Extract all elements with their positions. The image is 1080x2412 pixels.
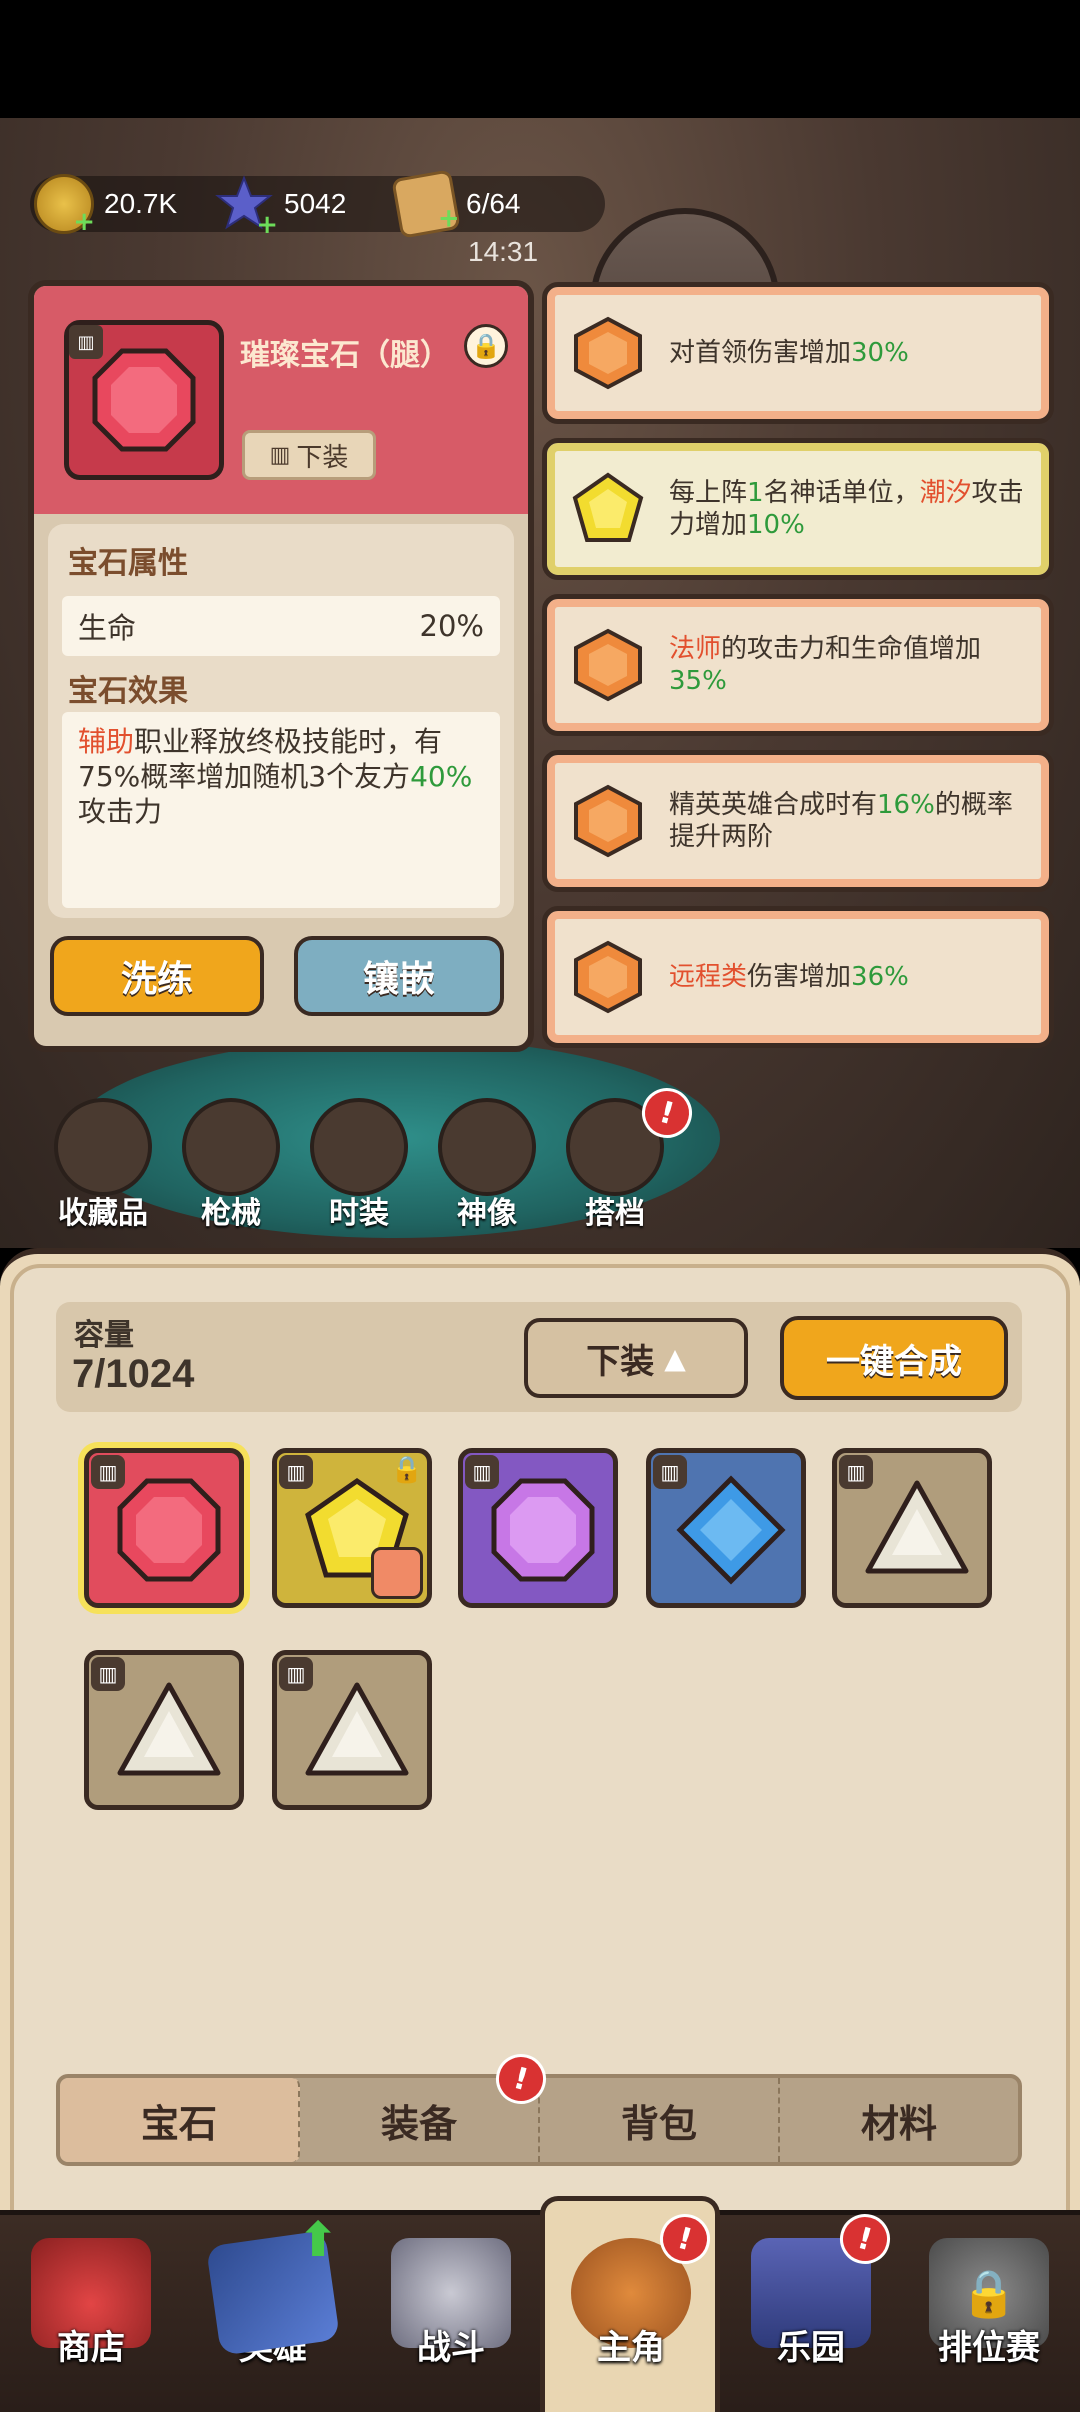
orange-gem-icon (574, 628, 642, 702)
gem-icon-box: ▥ (64, 320, 224, 480)
star-icon: + (214, 174, 278, 240)
idol-icon (438, 1098, 536, 1196)
nav-label: 搭档 (585, 1196, 645, 1231)
triangle-up-icon: ▲ (664, 1341, 686, 1375)
tab-gems[interactable]: 宝石 (60, 2078, 300, 2162)
effect-card[interactable]: 法师的攻击力和生命值增加35% (542, 594, 1054, 736)
pants-icon: ▥ (269, 442, 291, 468)
collectibles-icon (54, 1098, 152, 1196)
effect-card-text: 精英英雄合成时有16%的概率提升两阶 (669, 790, 1013, 852)
attr-title: 宝石属性 (68, 546, 188, 581)
gem-slot[interactable]: ▥ (84, 1448, 244, 1608)
nav-label: 战斗 (417, 2328, 485, 2368)
nav-label: 收藏品 (58, 1196, 148, 1231)
capacity-label: 容量 (74, 1318, 134, 1353)
lock-icon[interactable]: 🔒 (464, 324, 508, 368)
orange-gem-icon (574, 316, 642, 390)
resource-cracker[interactable]: + 6/64 (391, 169, 521, 239)
gem-slot[interactable]: ▥ (84, 1650, 244, 1810)
gem-slot[interactable]: ▥ 🔒 (272, 1448, 432, 1608)
coin-icon: + (34, 174, 95, 237)
effect-value: 40% (410, 760, 473, 793)
tab-materials[interactable]: 材料 (780, 2078, 1018, 2162)
upgrade-arrow-icon: ⬆ (298, 2212, 339, 2268)
unequip-tag-label: 下装 (296, 442, 349, 473)
bag-panel: 容量 7/1024 下装 ▲ 一键合成 ▥ ▥ 🔒 ▥ ▥ ▥ ▥ ▥ 宝石 装… (0, 1248, 1080, 2244)
tab-backpack[interactable]: 背包 (540, 2078, 780, 2162)
effect-text: 辅助职业释放终极技能时，有75%概率增加随机3个友方40%攻击力 (62, 712, 500, 908)
nav-label: 排位赛 (938, 2328, 1040, 2368)
gem-info-body: 宝石属性 生命 20% 宝石效果 辅助职业释放终极技能时，有75%概率增加随机3… (48, 524, 514, 918)
white-gem-icon (305, 1682, 409, 1776)
nav-shop[interactable]: 商店 (16, 2238, 166, 2369)
coin-value: 20.7K (104, 188, 178, 219)
red-gem-icon (117, 1478, 221, 1582)
nav-label: 枪械 (201, 1196, 261, 1231)
star-value: 5042 (284, 188, 347, 219)
effect-card[interactable]: 对首领伤害增加30% (542, 282, 1054, 424)
inlay-button[interactable]: 镶嵌 (294, 936, 504, 1016)
effect-suffix: 攻击力 (78, 795, 163, 828)
nav-guns[interactable]: 枪械 (176, 1098, 286, 1232)
red-gem-icon (92, 348, 196, 452)
effect-title: 宝石效果 (68, 674, 188, 709)
nav-idol[interactable]: 神像 (432, 1098, 542, 1232)
costume-icon (310, 1098, 408, 1196)
effect-card[interactable]: 远程类伤害增加36% (542, 906, 1054, 1048)
resource-coin[interactable]: + 20.7K (34, 170, 177, 238)
merge-all-button[interactable]: 一键合成 (780, 1316, 1008, 1400)
unequip-tag[interactable]: ▥ 下装 (242, 430, 376, 480)
nav-label: 乐园 (777, 2328, 845, 2368)
gem-slot[interactable]: ▥ (832, 1448, 992, 1608)
effect-card[interactable]: 精英英雄合成时有16%的概率提升两阶 (542, 750, 1054, 892)
yellow-gem-icon (572, 472, 644, 542)
status-time: 14:31 (468, 236, 539, 267)
nav-label: 神像 (457, 1196, 517, 1231)
refine-button[interactable]: 洗练 (50, 936, 264, 1016)
hero-portrait-icon (371, 1547, 423, 1599)
effect-card[interactable]: 每上阵1名神话单位，潮汐攻击力增加10% (542, 438, 1054, 580)
effect-card-text: 对首领伤害增加30% (669, 338, 909, 368)
capacity-value: 7/1024 (72, 1352, 195, 1396)
nav-ranked[interactable]: 🔒 排位赛 (914, 2238, 1064, 2369)
gun-icon (182, 1098, 280, 1196)
effect-card-text: 法师的攻击力和生命值增加35% (669, 634, 982, 696)
gem-name: 璀璨宝石（腿） (240, 338, 450, 373)
nav-label: 时装 (329, 1196, 389, 1231)
gem-slot[interactable]: ▥ (272, 1650, 432, 1810)
gem-slot[interactable]: ▥ (458, 1448, 618, 1608)
attr-value: 20% (419, 609, 484, 643)
nav-battle[interactable]: 战斗 (376, 2238, 526, 2369)
nav-collectibles[interactable]: 收藏品 (48, 1098, 158, 1232)
purple-gem-icon (491, 1478, 595, 1582)
orange-gem-icon (574, 784, 642, 858)
nav-label: 商店 (57, 2328, 125, 2368)
effect-keyword: 辅助 (78, 725, 135, 758)
effect-card-text: 每上阵1名神话单位，潮汐攻击力增加10% (669, 478, 1024, 540)
capacity-bar: 容量 7/1024 下装 ▲ 一键合成 (56, 1302, 1022, 1412)
cracker-icon: + (391, 169, 461, 239)
resource-star[interactable]: + 5042 (214, 170, 347, 240)
white-gem-icon (865, 1480, 969, 1574)
gem-detail-panel: ▥ 璀璨宝石（腿） 🔒 ▥ 下装 宝石属性 生命 20% 宝石效果 辅助职业释放… (28, 280, 534, 1052)
nav-label: 主角 (597, 2328, 665, 2368)
cracker-value: 6/64 (466, 188, 521, 219)
gem-detail-header: ▥ 璀璨宝石（腿） 🔒 ▥ 下装 (34, 286, 528, 514)
gem-slot[interactable]: ▥ (646, 1448, 806, 1608)
nav-costume[interactable]: 时装 (304, 1098, 414, 1232)
attr-row: 生命 20% (62, 596, 500, 656)
attr-name: 生命 (78, 611, 137, 645)
white-gem-icon (117, 1682, 221, 1776)
unequip-filter-label: 下装 (586, 1341, 655, 1382)
unequip-filter-button[interactable]: 下装 ▲ (524, 1318, 748, 1398)
effect-card-text: 远程类伤害增加36% (669, 962, 909, 992)
blue-gem-icon (676, 1475, 786, 1585)
orange-gem-icon (574, 940, 642, 1014)
